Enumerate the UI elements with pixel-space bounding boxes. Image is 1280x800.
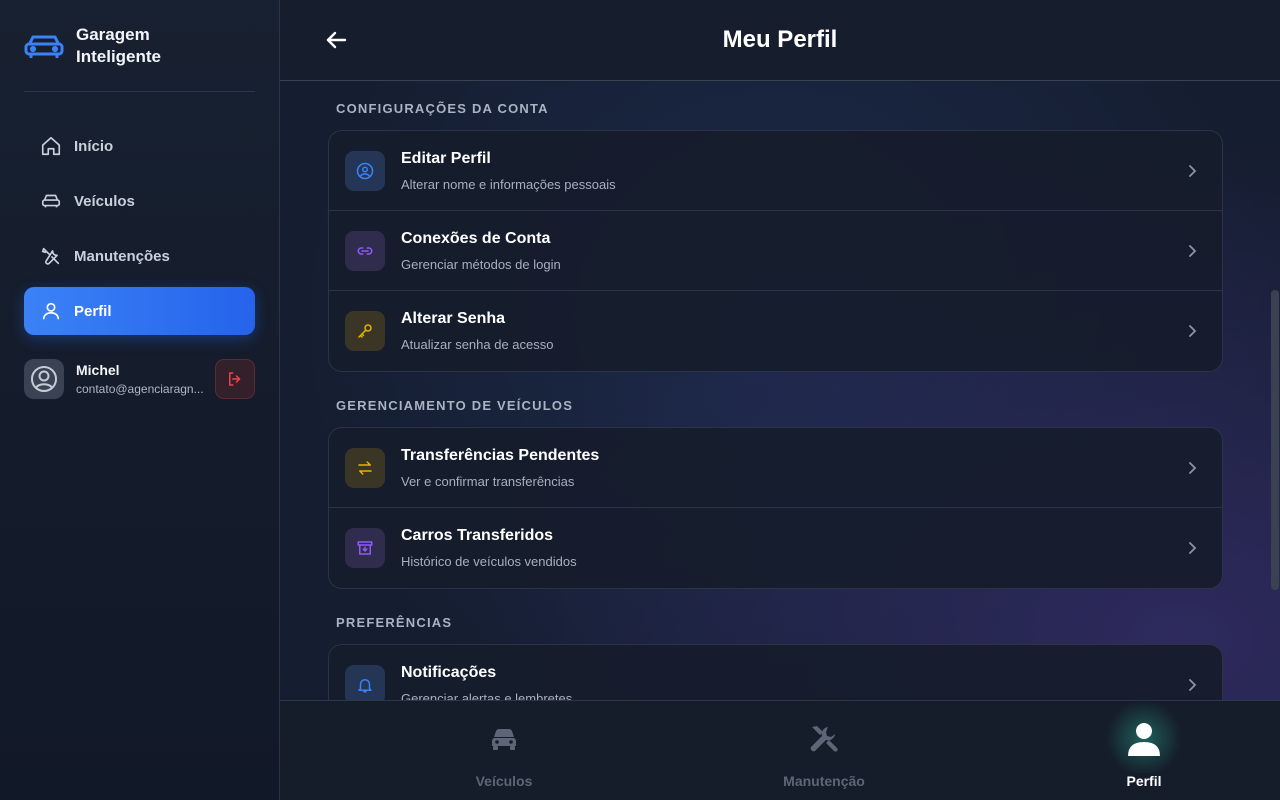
vehicles-card: Transferências Pendentes Ver e confirmar… (328, 427, 1223, 589)
chevron-right-icon (1189, 461, 1197, 474)
pending-transfers-row[interactable]: Transferências Pendentes Ver e confirmar… (329, 428, 1222, 508)
header: Meu Perfil (280, 0, 1280, 81)
sidebar-item-inicio[interactable]: Início (24, 122, 255, 170)
sidebar-item-veiculos[interactable]: Veículos (24, 177, 255, 225)
sidebar-item-manutencoes[interactable]: Manutenções (24, 232, 255, 280)
swap-icon (345, 447, 385, 488)
avatar[interactable] (24, 359, 64, 399)
section-title: CONFIGURAÇÕES DA CONTA (336, 101, 549, 116)
chevron-right-icon (1189, 244, 1197, 257)
page-title: Meu Perfil (722, 26, 838, 53)
row-subtitle: Histórico de veículos vendidos (401, 554, 577, 569)
settings-content: CONFIGURAÇÕES DA CONTA Editar Perfil Alt… (328, 82, 1223, 726)
settings-card: Editar Perfil Alterar nome e informações… (328, 130, 1223, 372)
row-subtitle: Alterar nome e informações pessoais (401, 176, 616, 192)
sidebar-item-label: Início (74, 137, 114, 155)
user-icon (1126, 721, 1162, 757)
bottom-nav-label: Perfil (1126, 773, 1162, 789)
bottom-nav-perfil[interactable]: Perfil (1044, 701, 1244, 800)
user-circle-icon (345, 150, 385, 191)
chevron-right-icon (1189, 679, 1197, 691)
bottom-nav: Veículos Manutenção Perfil (280, 700, 1280, 800)
logout-icon (229, 372, 241, 386)
sidebar-item-label: Manutenções (74, 247, 170, 265)
account-connections-row[interactable]: Conexões de Conta Gerenciar métodos de l… (329, 211, 1222, 291)
link-icon (345, 230, 385, 271)
row-title: Alterar Senha (401, 310, 506, 327)
bottom-nav-manutencao[interactable]: Manutenção (724, 701, 924, 800)
section-title: GERENCIAMENTO DE VEÍCULOS (336, 398, 574, 413)
car-icon (41, 194, 61, 208)
user-icon (42, 302, 60, 320)
row-subtitle: Ver e confirmar transferências (401, 473, 575, 489)
row-title: Notificações (401, 664, 497, 681)
row-subtitle: Atualizar senha de acesso (401, 337, 554, 352)
scrollbar[interactable] (1271, 290, 1279, 590)
back-button[interactable] (322, 28, 350, 52)
sidebar-nav: Início Veículos Manutenções Perfil (24, 122, 255, 342)
bottom-nav-veiculos[interactable]: Veículos (404, 701, 604, 800)
row-title: Transferências Pendentes (401, 446, 600, 464)
chevron-right-icon (1189, 542, 1197, 554)
sidebar-divider (24, 91, 255, 92)
row-title: Conexões de Conta (401, 229, 551, 247)
user-info: Michel contato@agenciaragn... (76, 362, 206, 396)
section-title: PREFERÊNCIAS (336, 615, 453, 630)
arrow-left-icon (326, 31, 347, 49)
tools-icon (41, 247, 60, 265)
car-icon (486, 721, 522, 757)
brand[interactable]: Garagem Inteligente (24, 24, 186, 68)
user-name: Michel (76, 362, 120, 378)
transferred-cars-row[interactable]: Carros Transferidos Histórico de veículo… (329, 508, 1222, 588)
user-card: Michel contato@agenciaragn... (24, 359, 255, 399)
sidebar-item-label: Perfil (74, 302, 112, 320)
key-icon (345, 311, 385, 351)
row-subtitle: Gerenciar métodos de login (401, 256, 561, 272)
logout-button[interactable] (215, 359, 255, 399)
bottom-nav-label: Veículos (475, 773, 533, 789)
car-icon (24, 26, 64, 66)
bell-icon (345, 665, 385, 705)
main-panel: Meu Perfil CONFIGURAÇÕES DA CONTA Editar… (280, 0, 1280, 800)
home-icon (41, 136, 61, 156)
sidebar-item-label: Veículos (74, 192, 135, 210)
bottom-nav-label: Manutenção (783, 773, 865, 789)
chevron-right-icon (1189, 325, 1197, 337)
sidebar-item-perfil[interactable]: Perfil (24, 287, 255, 335)
brand-name: Garagem Inteligente (76, 25, 162, 66)
change-password-row[interactable]: Alterar Senha Atualizar senha de acesso (329, 291, 1222, 371)
row-title: Editar Perfil (401, 149, 491, 167)
sidebar: Garagem Inteligente Início Veículos Manu… (0, 0, 280, 800)
chevron-right-icon (1189, 164, 1197, 177)
archive-icon (345, 528, 385, 568)
edit-profile-row[interactable]: Editar Perfil Alterar nome e informações… (329, 131, 1222, 211)
user-email: contato@agenciaragn... (76, 382, 204, 396)
tools-icon (806, 721, 842, 757)
row-title: Carros Transferidos (401, 527, 554, 544)
